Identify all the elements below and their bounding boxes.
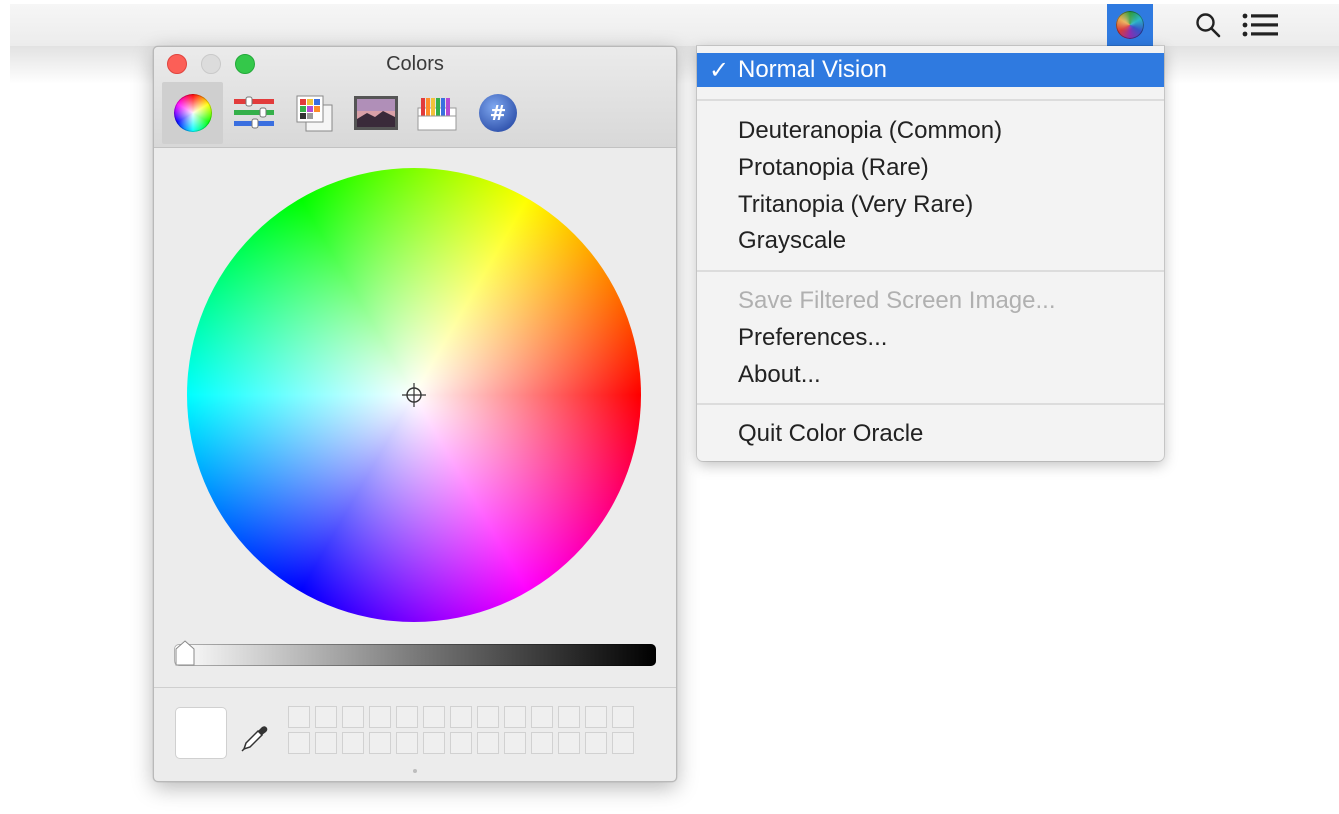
checkmark-icon: ✓ xyxy=(709,56,730,84)
menu-item-label: Quit Color Oracle xyxy=(738,420,924,447)
swatch-cell[interactable] xyxy=(531,706,553,728)
swatch-cell[interactable] xyxy=(477,706,499,728)
image-palettes-icon xyxy=(353,96,398,130)
menu-item-deuteranopia[interactable]: Deuteranopia (Common) xyxy=(697,114,1164,148)
divider xyxy=(154,687,676,688)
menu-item-protanopia[interactable]: Protanopia (Rare) xyxy=(697,151,1164,185)
menu-item-label: Normal Vision xyxy=(738,56,887,83)
current-color-swatch[interactable] xyxy=(176,708,226,758)
menu-separator xyxy=(697,270,1164,272)
color-oracle-menu-extra[interactable] xyxy=(1107,4,1153,46)
swatch-cell[interactable] xyxy=(504,706,526,728)
tab-color-palettes[interactable] xyxy=(284,82,345,144)
swatch-cell[interactable] xyxy=(450,732,472,754)
swatch-cell[interactable] xyxy=(612,732,634,754)
menu-item-normal-vision[interactable]: ✓ Normal Vision xyxy=(697,53,1164,87)
color-palettes-icon xyxy=(296,95,332,132)
brightness-slider[interactable] xyxy=(174,640,656,666)
color-oracle-globe-icon xyxy=(1116,11,1144,39)
swatch-cell[interactable] xyxy=(315,706,337,728)
tab-hex-code[interactable]: # xyxy=(467,82,528,144)
menu-item-grayscale[interactable]: Grayscale xyxy=(697,224,1164,258)
swatch-cell[interactable] xyxy=(342,706,364,728)
colors-window: Colors # xyxy=(153,46,677,782)
hex-code-icon: # xyxy=(478,94,517,132)
swatch-cell[interactable] xyxy=(531,732,553,754)
slider-knob[interactable] xyxy=(174,640,196,667)
menu-item-label: Grayscale xyxy=(738,227,847,254)
swatch-cell[interactable] xyxy=(396,706,418,728)
crosshair-icon[interactable] xyxy=(402,383,426,407)
swatch-cell[interactable] xyxy=(369,706,391,728)
tab-color-wheel[interactable] xyxy=(162,82,223,144)
color-wheel-icon xyxy=(173,94,212,132)
swatch-cell[interactable] xyxy=(396,732,418,754)
picker-mode-toolbar: # xyxy=(162,80,528,146)
menu-separator xyxy=(697,403,1164,405)
swatch-cell[interactable] xyxy=(315,732,337,754)
hex-symbol: # xyxy=(489,101,506,125)
tab-color-sliders[interactable] xyxy=(223,82,284,144)
favorite-swatches xyxy=(288,706,634,754)
swatch-cell[interactable] xyxy=(558,732,580,754)
tab-pencils[interactable] xyxy=(406,82,467,144)
swatch-cell[interactable] xyxy=(342,732,364,754)
swatch-cell[interactable] xyxy=(504,732,526,754)
menu-item-about[interactable]: About... xyxy=(697,358,1164,392)
swatch-cell[interactable] xyxy=(288,732,310,754)
spotlight-search-button[interactable] xyxy=(1186,4,1230,46)
menu-item-preferences[interactable]: Preferences... xyxy=(697,321,1164,355)
menu-item-quit[interactable]: Quit Color Oracle xyxy=(697,417,1164,451)
swatch-cell[interactable] xyxy=(585,732,607,754)
window-title: Colors xyxy=(386,53,444,75)
menu-item-label: Tritanopia (Very Rare) xyxy=(738,191,974,218)
notification-center-button[interactable] xyxy=(1238,4,1282,46)
swatch-cell[interactable] xyxy=(585,706,607,728)
tab-image-palettes[interactable] xyxy=(345,82,406,144)
eyedropper-icon[interactable] xyxy=(240,723,270,753)
menu-bar xyxy=(10,4,1339,47)
menu-item-label: Save Filtered Screen Image... xyxy=(738,287,1056,314)
menu-item-label: Preferences... xyxy=(738,324,888,351)
pencils-icon xyxy=(417,98,456,131)
list-bullets-icon xyxy=(1242,13,1278,37)
menu-item-save-filtered-image: Save Filtered Screen Image... xyxy=(697,284,1164,318)
swatch-cell[interactable] xyxy=(288,706,310,728)
magnifier-icon xyxy=(1196,13,1221,38)
resize-handle[interactable] xyxy=(413,769,417,773)
swatch-cell[interactable] xyxy=(423,732,445,754)
swatch-cell[interactable] xyxy=(450,706,472,728)
swatch-cell[interactable] xyxy=(369,732,391,754)
menu-separator xyxy=(697,99,1164,101)
color-sliders-icon xyxy=(233,96,274,129)
window-titlebar: Colors # xyxy=(154,47,676,148)
menu-item-label: Protanopia (Rare) xyxy=(738,154,929,181)
swatch-cell[interactable] xyxy=(558,706,580,728)
swatch-cell[interactable] xyxy=(423,706,445,728)
swatch-cell[interactable] xyxy=(477,732,499,754)
menu-item-label: About... xyxy=(738,361,821,388)
swatch-cell[interactable] xyxy=(612,706,634,728)
menu-item-tritanopia[interactable]: Tritanopia (Very Rare) xyxy=(697,188,1164,222)
color-oracle-menu: ✓ Normal Vision Deuteranopia (Common) Pr… xyxy=(697,46,1164,461)
menu-item-label: Deuteranopia (Common) xyxy=(738,117,1003,144)
